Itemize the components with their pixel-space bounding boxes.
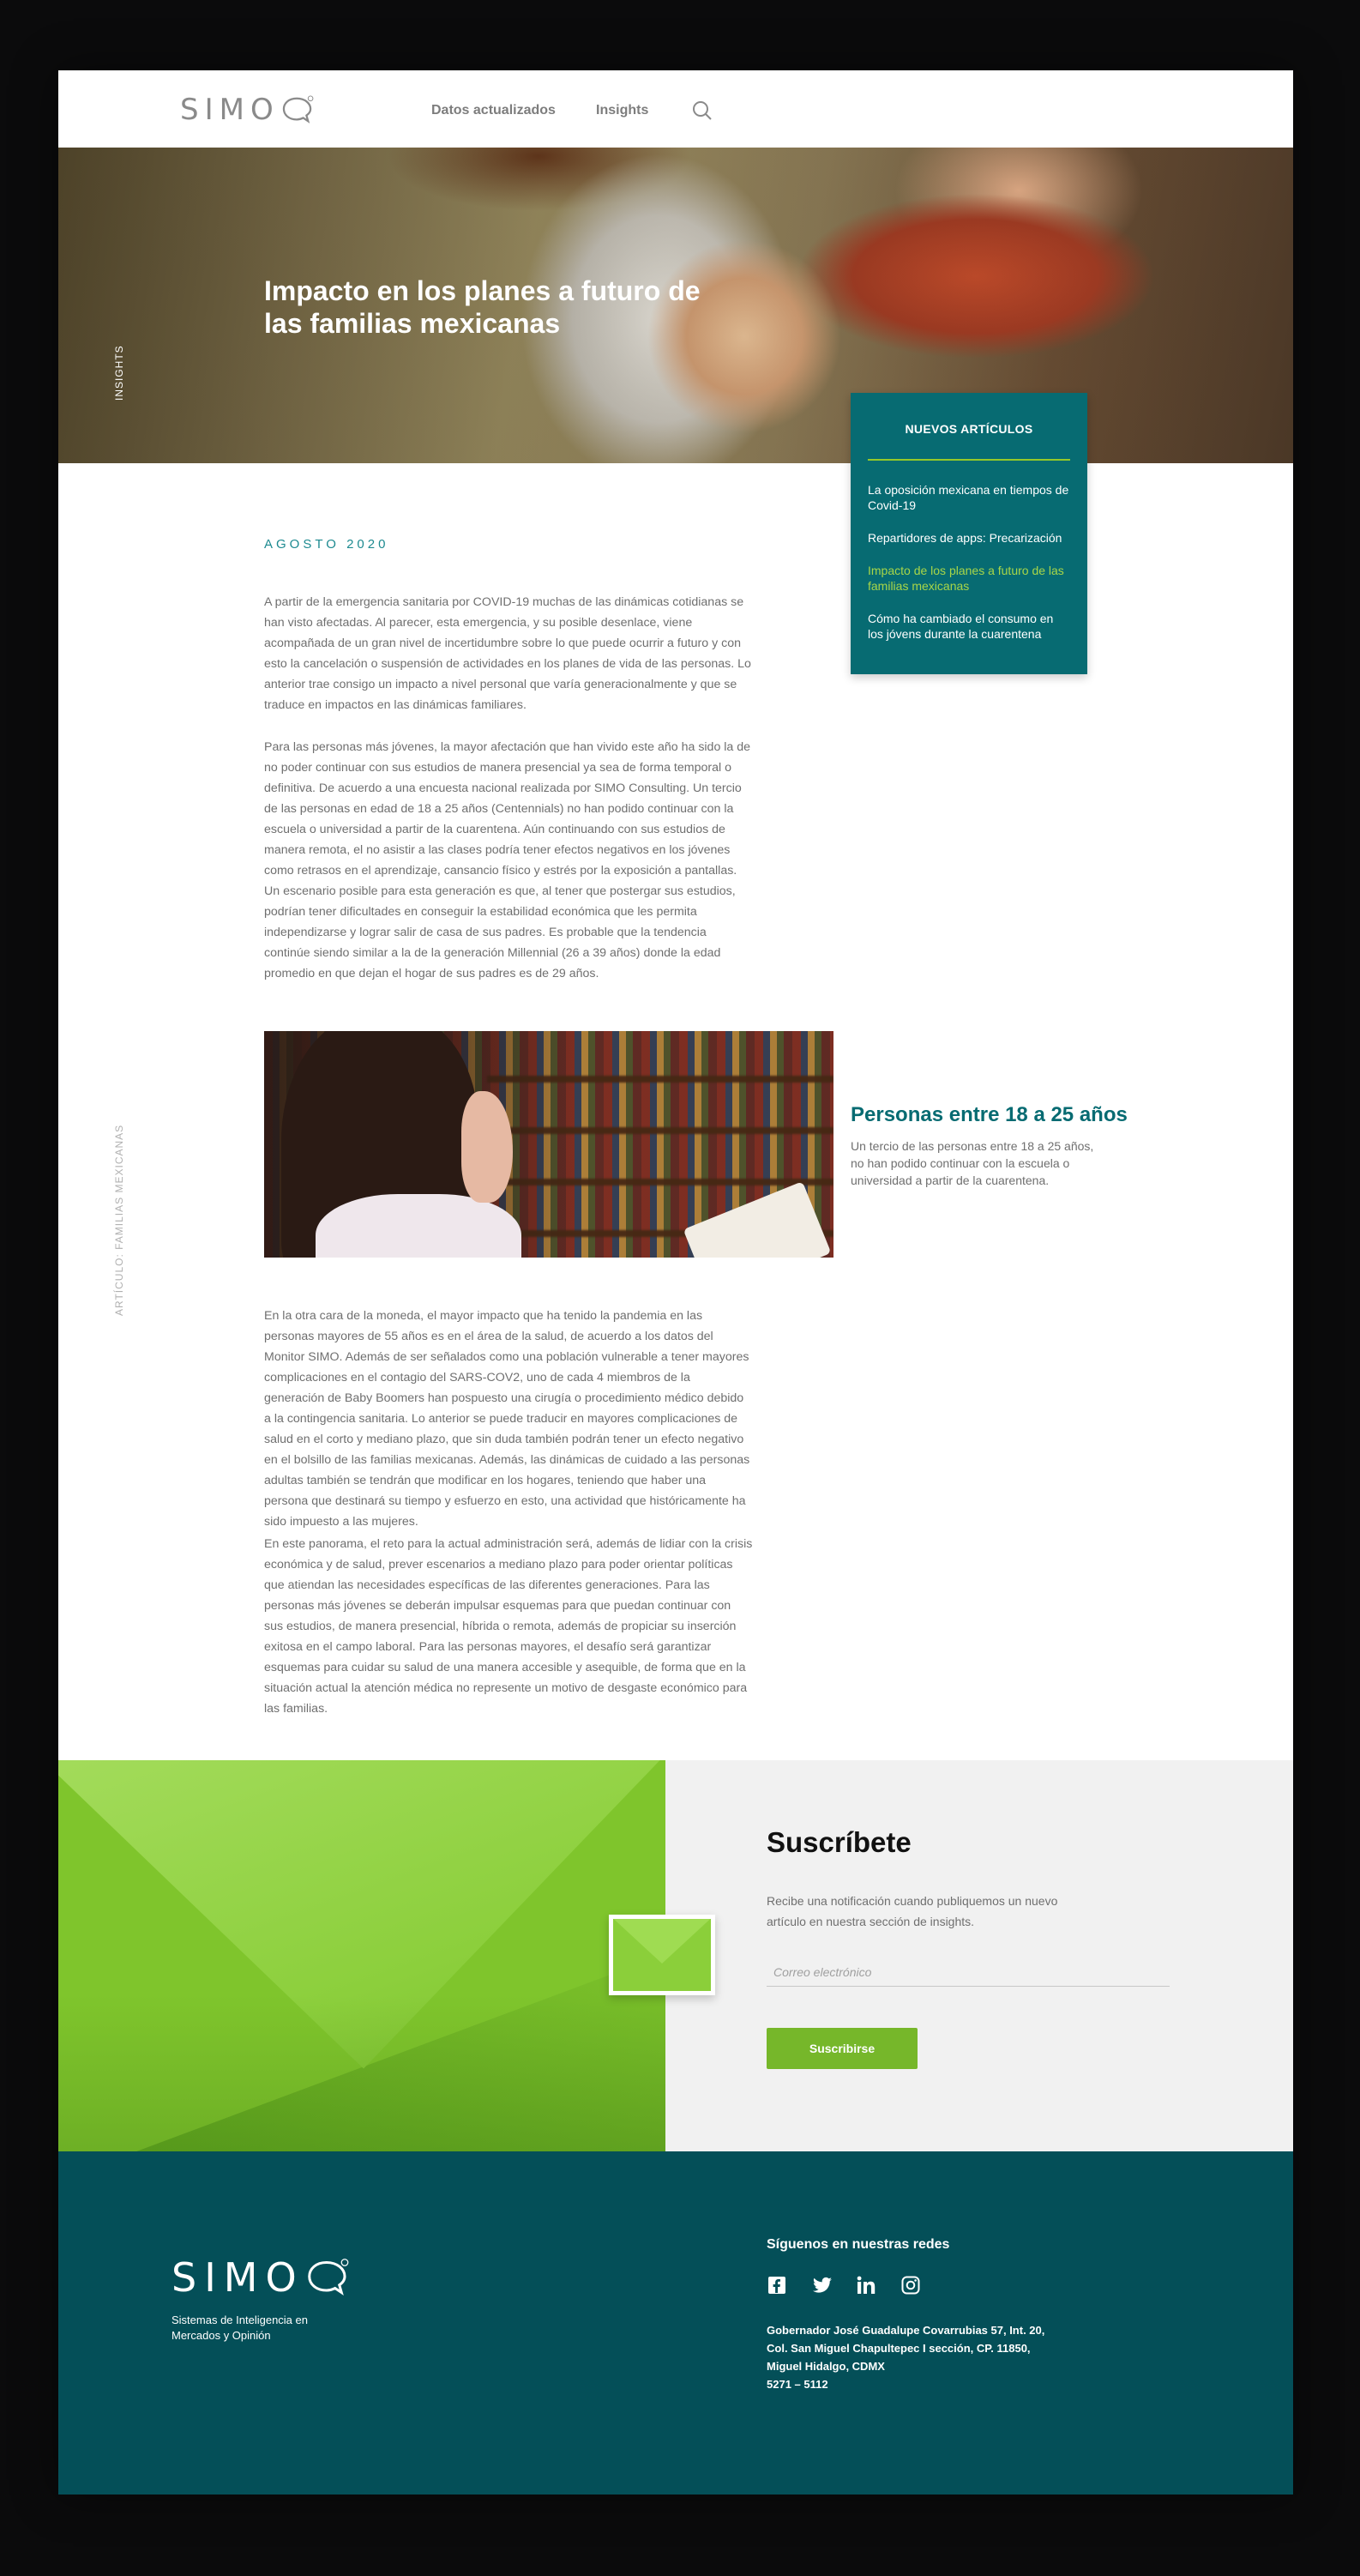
new-articles-list: La oposición mexicana en tiempos de Covi… xyxy=(868,482,1070,659)
article-image-reading xyxy=(264,1031,833,1258)
site-footer: SIMO Sistemas de Inteligencia en Mercado… xyxy=(58,2151,1293,2495)
address-line: Gobernador José Guadalupe Covarrubias 57… xyxy=(767,2324,1045,2337)
article-link[interactable]: Repartidores de apps: Precarización xyxy=(868,530,1070,546)
subscribe-title: Suscríbete xyxy=(767,1826,912,1858)
article-paragraph: En este panorama, el reto para la actual… xyxy=(264,1537,753,1716)
site-header: SIMO Datos actualizados Insights xyxy=(58,70,1293,148)
simo-logo[interactable]: SIMO xyxy=(180,93,314,127)
page: SIMO Datos actualizados Insights Impacto… xyxy=(58,70,1293,2495)
footer-logo-text: SIMO xyxy=(172,2254,304,2301)
social-links xyxy=(767,2275,923,2297)
footer-tagline: Sistemas de Inteligencia en Mercados y O… xyxy=(172,2314,308,2342)
envelope-icon xyxy=(609,1915,715,1995)
article-side-label: ARTÍCULO: FAMILIAS MEXICANAS xyxy=(113,1124,125,1316)
new-articles-panel: NUEVOS ARTÍCULOS La oposición mexicana e… xyxy=(851,393,1087,674)
facebook-icon[interactable] xyxy=(767,2275,789,2297)
logo-text: SIMO xyxy=(180,93,280,127)
address-line: Miguel Hidalgo, CDMX xyxy=(767,2360,885,2373)
phone-number: 5271 – 5112 xyxy=(767,2378,828,2391)
twitter-icon[interactable] xyxy=(811,2275,833,2297)
follow-heading: Síguenos en nuestras redes xyxy=(767,2237,950,2252)
nav-datos-actualizados[interactable]: Datos actualizados xyxy=(431,103,556,118)
subscribe-illustration xyxy=(58,1760,665,2151)
article-link-active[interactable]: Impacto de los planes a futuro de las fa… xyxy=(868,563,1070,594)
article-paragraph: Para las personas más jóvenes, la mayor … xyxy=(264,740,751,980)
article-link[interactable]: La oposición mexicana en tiempos de Covi… xyxy=(868,482,1070,513)
article-date: AGOSTO 2020 xyxy=(264,537,389,552)
speech-bubble-icon xyxy=(307,2259,349,2296)
footer-address: Gobernador José Guadalupe Covarrubias 57… xyxy=(767,2321,1127,2393)
footer-logo[interactable]: SIMO xyxy=(172,2254,349,2301)
hero-image: Impacto en los planes a futuro de las fa… xyxy=(58,148,1293,463)
page-title: Impacto en los planes a futuro de las fa… xyxy=(264,275,701,339)
subscribe-button[interactable]: Suscribirse xyxy=(767,2028,918,2069)
speech-bubble-icon xyxy=(282,95,314,124)
new-articles-title: NUEVOS ARTÍCULOS xyxy=(905,422,1033,436)
article-paragraph: En la otra cara de la moneda, el mayor i… xyxy=(264,1309,750,1529)
callout-text: Un tercio de las personas entre 18 a 25 … xyxy=(851,1139,1094,1187)
search-icon[interactable] xyxy=(691,100,713,122)
insights-side-label: INSIGHTS xyxy=(113,345,125,401)
subscribe-section xyxy=(665,1760,1293,2151)
email-field[interactable] xyxy=(767,1958,1170,1987)
divider xyxy=(868,459,1070,461)
article-paragraph: A partir de la emergencia sanitaria por … xyxy=(264,595,751,712)
instagram-icon[interactable] xyxy=(900,2275,923,2297)
callout-title: Personas entre 18 a 25 años xyxy=(851,1103,1128,1126)
nav-insights[interactable]: Insights xyxy=(596,103,648,118)
article-link[interactable]: Cómo ha cambiado el consumo en los jóven… xyxy=(868,611,1070,642)
subscribe-description: Recibe una notificación cuando publiquem… xyxy=(767,1894,1058,1928)
linkedin-icon[interactable] xyxy=(856,2275,878,2297)
address-line: Col. San Miguel Chapultepec I sección, C… xyxy=(767,2342,1031,2355)
